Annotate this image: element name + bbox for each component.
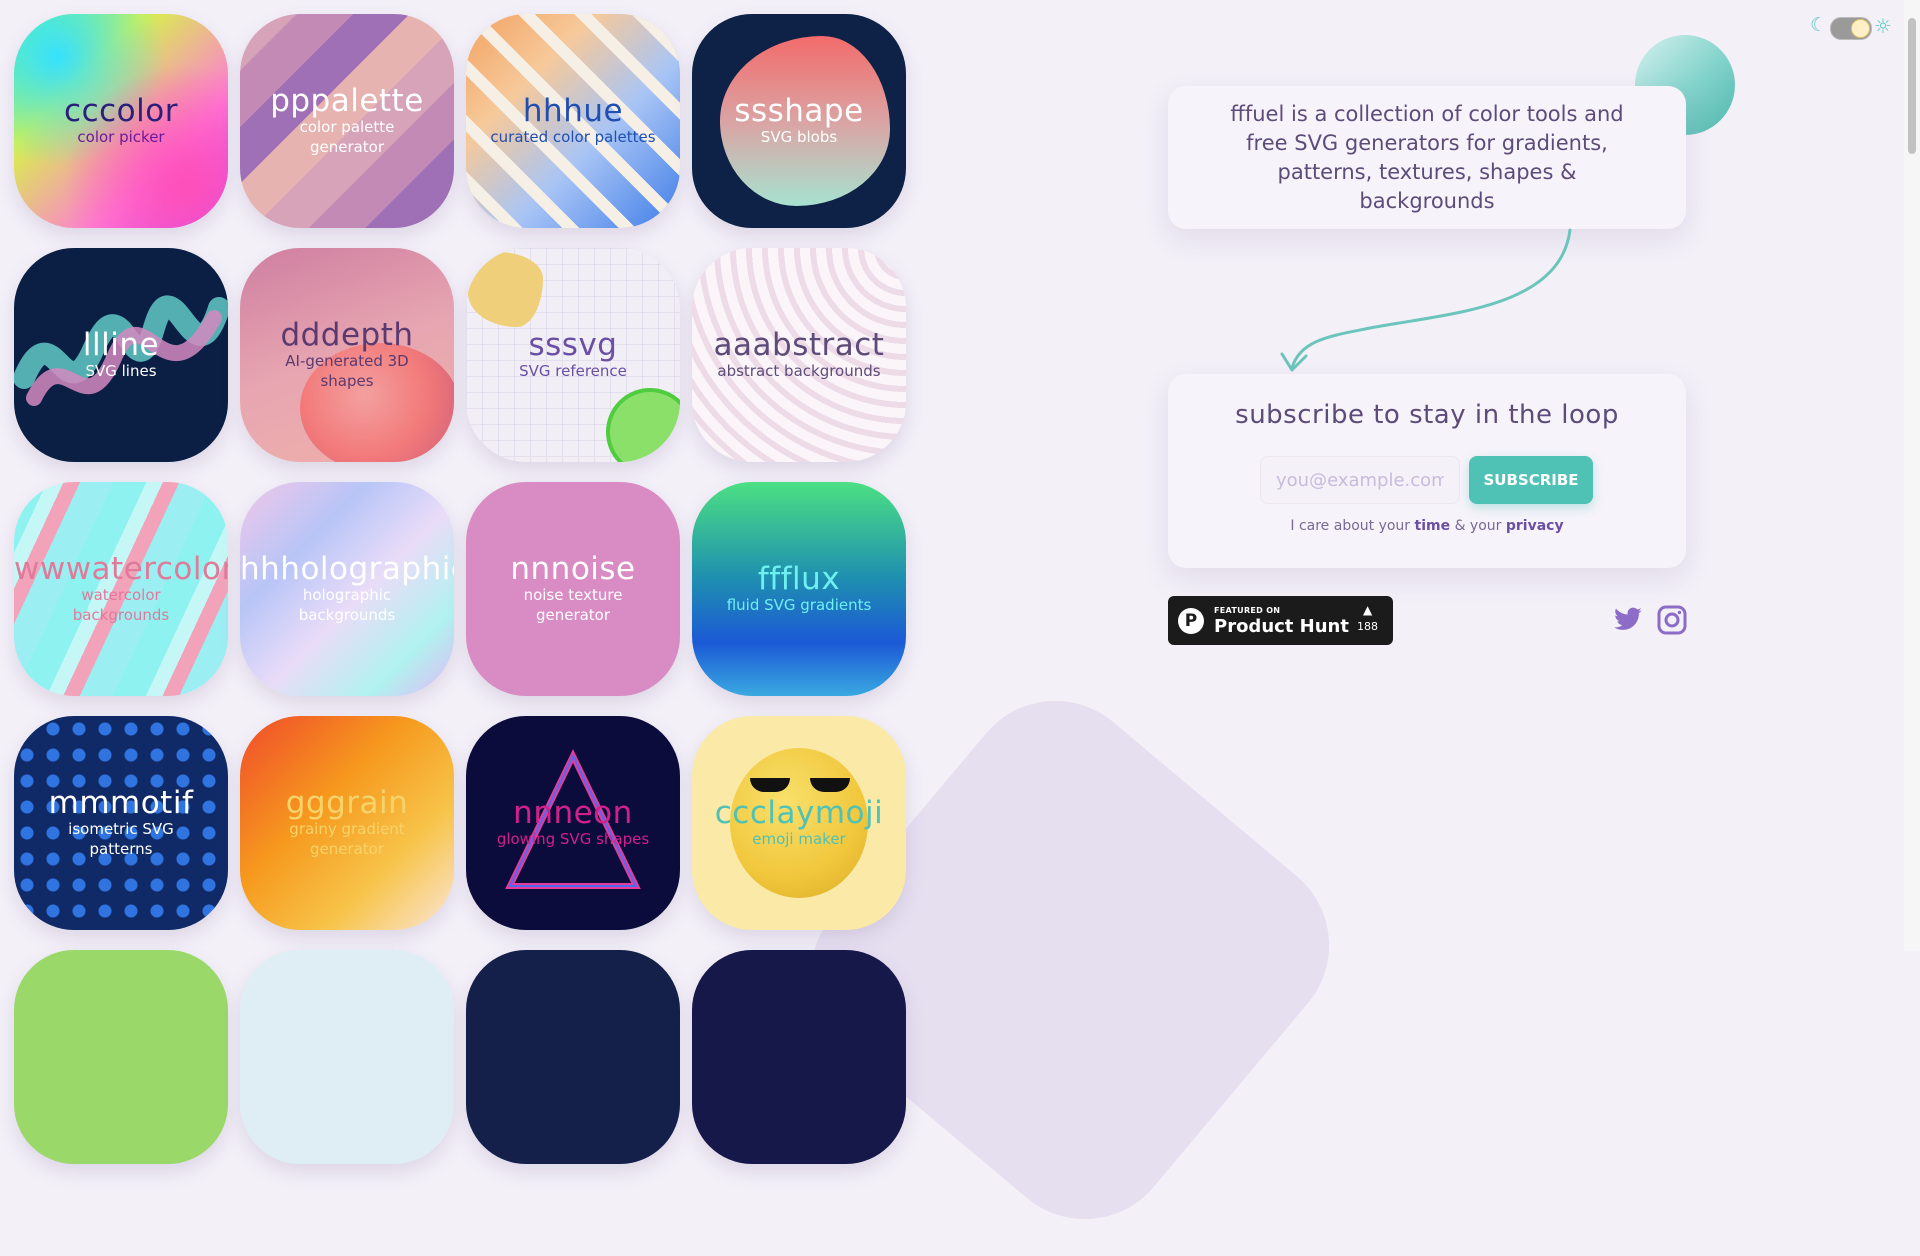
care-prefix: I care about your — [1290, 518, 1411, 534]
dark-mode-switch[interactable] — [1830, 17, 1872, 40]
curved-arrow-icon — [1280, 228, 1572, 372]
tile-nnneon[interactable]: nnneon glowing SVG shapes — [466, 716, 680, 930]
tile-title: hhhue — [522, 93, 624, 129]
tile-subtitle: color picker — [77, 128, 165, 146]
tile-ffflux[interactable]: ffflux fluid SVG gradients — [692, 482, 906, 696]
upvote-icon: ▲ — [1363, 603, 1373, 617]
tile-title: ffflux — [757, 561, 841, 597]
tile-subtitle: SVG lines — [85, 362, 157, 380]
tile-title: nnneon — [513, 795, 633, 831]
theme-toggle: ☾ ☼ — [1810, 14, 1900, 40]
privacy-link[interactable]: privacy — [1506, 518, 1564, 534]
care-mid: & your — [1454, 518, 1502, 534]
privacy-note: I care about your time & your privacy — [1168, 518, 1686, 534]
tile-subtitle: holographic backgrounds — [298, 586, 396, 624]
switch-knob — [1851, 19, 1870, 38]
tile-subtitle: emoji maker — [752, 830, 846, 848]
tile-hhhue[interactable]: hhhue curated color palettes — [466, 14, 680, 228]
tool-grid: cccolor color picker pppalette color pal… — [14, 14, 914, 1164]
tile-subtitle: fluid SVG gradients — [726, 596, 872, 614]
page-scrollbar[interactable] — [1904, 0, 1920, 951]
subscribe-card: subscribe to stay in the loop SUBSCRIBE … — [1168, 374, 1686, 568]
subscribe-title: subscribe to stay in the loop — [1235, 400, 1619, 430]
tile-gggrain[interactable]: gggrain grainy gradient generator — [240, 716, 454, 930]
tile-subtitle: curated color palettes — [490, 128, 656, 146]
tile-partial[interactable] — [692, 950, 906, 1164]
tile-title: mmmotif — [48, 785, 194, 821]
tile-title: gggrain — [285, 785, 409, 821]
tile-title: pppalette — [270, 83, 424, 119]
tile-subtitle: watercolor backgrounds — [72, 586, 170, 624]
intro-text: fffuel is a collection of color tools an… — [1230, 101, 1624, 213]
ph-upvote-count: 188 — [1357, 620, 1378, 633]
tile-subtitle: SVG blobs — [760, 128, 838, 146]
moon-icon: ☾ — [1810, 14, 1828, 36]
intro-card: fffuel is a collection of color tools an… — [1168, 86, 1686, 229]
instagram-icon[interactable] — [1657, 605, 1687, 635]
tile-subtitle: AI-generated 3D shapes — [285, 352, 409, 390]
tile-title: hhholographic — [240, 551, 454, 587]
tile-mmmotif[interactable]: mmmotif isometric SVG patterns — [14, 716, 228, 930]
tile-ssshape[interactable]: ssshape SVG blobs — [692, 14, 906, 228]
tile-title: nnnoise — [510, 551, 636, 587]
tile-subtitle: grainy gradient generator — [289, 820, 405, 858]
product-hunt-badge[interactable]: P FEATURED ON Product Hunt ▲ 188 — [1168, 596, 1393, 645]
tile-subtitle: abstract backgrounds — [717, 362, 881, 380]
tile-llline[interactable]: llline SVG lines — [14, 248, 228, 462]
tile-title: cccolor — [64, 93, 178, 129]
tile-subtitle: isometric SVG patterns — [68, 820, 174, 858]
ph-name: Product Hunt — [1214, 616, 1349, 637]
tile-aaabstract[interactable]: aaabstract abstract backgrounds — [692, 248, 906, 462]
subscribe-button[interactable]: SUBSCRIBE — [1469, 456, 1593, 504]
tile-subtitle: color palette generator — [299, 118, 395, 156]
tile-title: ccclaymoji — [714, 795, 884, 831]
tile-subtitle: glowing SVG shapes — [496, 830, 650, 848]
tile-dddepth[interactable]: dddepth AI-generated 3D shapes — [240, 248, 454, 462]
tile-pppalette[interactable]: pppalette color palette generator — [240, 14, 454, 228]
ph-featured-label: FEATURED ON — [1214, 606, 1281, 615]
tile-partial[interactable] — [466, 950, 680, 1164]
scrollbar-thumb[interactable] — [1908, 18, 1916, 154]
tile-ccclaymoji[interactable]: ccclaymoji emoji maker — [692, 716, 906, 930]
tile-hhholographic[interactable]: hhholographic holographic backgrounds — [240, 482, 454, 696]
sun-icon: ☼ — [1874, 14, 1892, 38]
email-input[interactable] — [1260, 456, 1460, 504]
tile-title: sssvg — [528, 327, 618, 363]
tile-title: llline — [82, 327, 160, 363]
twitter-icon[interactable] — [1613, 607, 1643, 633]
tile-title: wwwatercolor — [14, 551, 228, 587]
time-link[interactable]: time — [1415, 518, 1451, 534]
tile-subtitle: noise texture generator — [523, 586, 623, 624]
tile-title: dddepth — [280, 317, 414, 353]
tile-wwwatercolor[interactable]: wwwatercolor watercolor backgrounds — [14, 482, 228, 696]
tile-subtitle: SVG reference — [519, 362, 627, 380]
tile-nnnoise[interactable]: nnnoise noise texture generator — [466, 482, 680, 696]
tile-title: ssshape — [734, 93, 864, 129]
tile-title: aaabstract — [713, 327, 885, 363]
tile-sssvg[interactable]: sssvg SVG reference — [466, 248, 680, 462]
tile-partial[interactable] — [240, 950, 454, 1164]
product-hunt-logo-icon: P — [1178, 608, 1204, 634]
tile-cccolor[interactable]: cccolor color picker — [14, 14, 228, 228]
tile-partial[interactable] — [14, 950, 228, 1164]
